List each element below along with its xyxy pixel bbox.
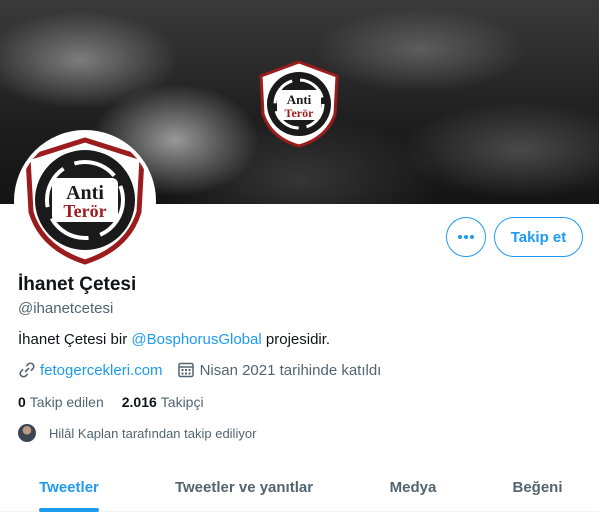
bio-text: İhanet Çetesi bir xyxy=(18,331,128,348)
website-link[interactable]: fetogercekleri.com xyxy=(40,362,163,379)
tab-label: Beğeni xyxy=(512,478,563,496)
active-tab-indicator xyxy=(39,508,99,512)
followers-stat[interactable]: 2.016 Takipçi xyxy=(122,394,204,410)
following-count: 0 xyxy=(18,394,26,410)
followed-by-text: Hilâl Kaplan tarafından takip ediliyor xyxy=(49,425,257,441)
profile-stats: 0 Takip edilen 2.016 Takipçi xyxy=(18,394,222,410)
tab-tweets[interactable]: Tweetler xyxy=(0,462,138,512)
tab-label: Tweetler ve yanıtlar xyxy=(174,478,314,496)
profile-meta: fetogercekleri.com Nisan 2021 tarihinde … xyxy=(18,360,381,380)
calendar-icon xyxy=(177,362,194,378)
link-icon xyxy=(19,362,35,378)
avatar-logo-line2: Terör xyxy=(63,201,106,221)
more-dots-icon xyxy=(458,235,474,239)
followed-by-row[interactable]: Hilâl Kaplan tarafından takip ediliyor xyxy=(18,423,256,443)
profile-tabs: Tweetler Tweetler ve yanıtlar Medya Beğe… xyxy=(0,462,599,512)
tab-label: Medya xyxy=(389,478,437,496)
tab-likes[interactable]: Beğeni xyxy=(476,462,599,512)
follow-button[interactable]: Takip et xyxy=(494,217,583,257)
profile-handle: @ihanetcetesi xyxy=(18,300,114,317)
following-label: Takip edilen xyxy=(29,394,104,410)
profile-name: İhanet Çetesi xyxy=(18,274,137,295)
banner-logo-line2: Terör xyxy=(285,106,315,120)
tab-tweets-and-replies[interactable]: Tweetler ve yanıtlar xyxy=(138,462,350,512)
bio-suffix: projesidir. xyxy=(265,331,331,348)
bio-mention-link[interactable]: @BosphorusGlobal xyxy=(131,331,261,348)
followers-label: Takipçi xyxy=(160,394,204,410)
profile-bio: İhanet Çetesi bir @BosphorusGlobal proje… xyxy=(18,331,330,348)
website-item: fetogercekleri.com xyxy=(18,361,163,379)
follower-avatar xyxy=(18,424,36,442)
profile-avatar[interactable]: Anti Terör xyxy=(14,130,156,272)
following-stat[interactable]: 0 Takip edilen xyxy=(18,394,104,410)
followers-count: 2.016 xyxy=(121,394,157,410)
joined-item: Nisan 2021 tarihinde katıldı xyxy=(177,361,382,379)
banner-logo: Anti Terör xyxy=(259,60,339,148)
tab-label: Tweetler xyxy=(39,478,99,496)
joined-date: Nisan 2021 tarihinde katıldı xyxy=(199,361,382,379)
tab-media[interactable]: Medya xyxy=(350,462,476,512)
more-options-button[interactable] xyxy=(446,217,486,257)
banner-logo-line1: Anti xyxy=(287,92,312,107)
avatar-logo: Anti Terör xyxy=(18,134,152,268)
